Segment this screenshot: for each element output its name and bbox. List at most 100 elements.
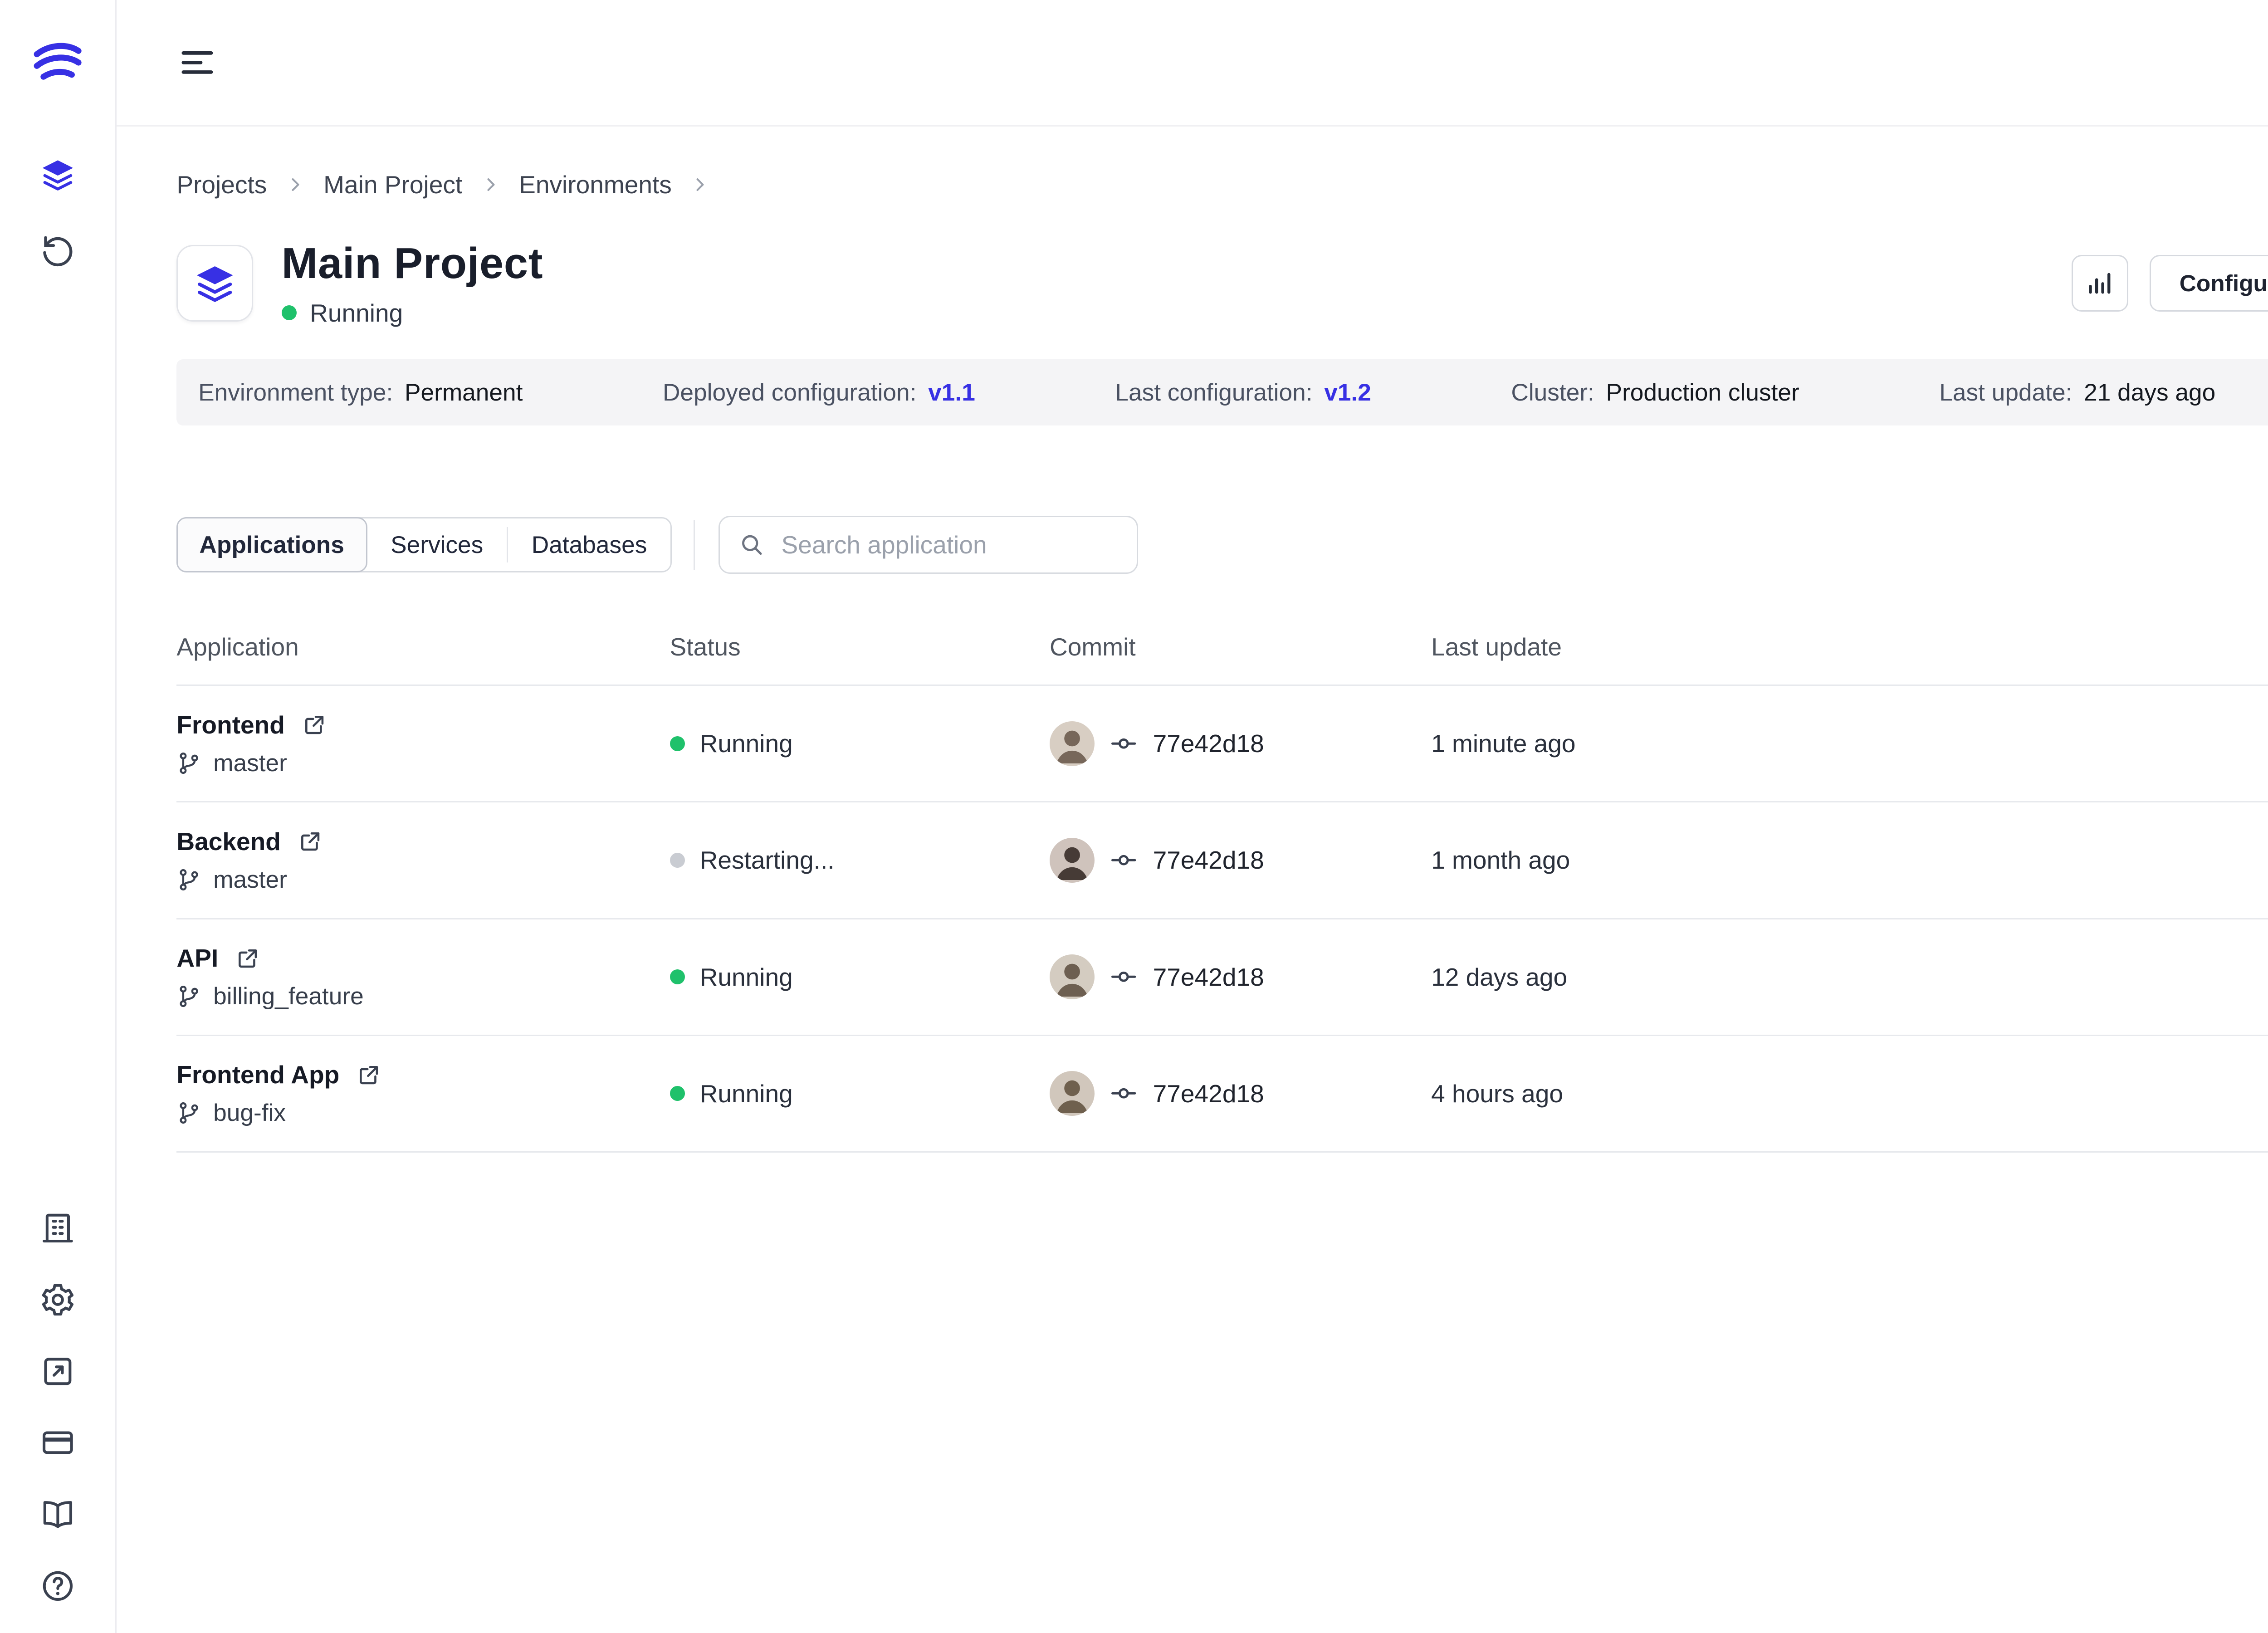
service-type-tabs: Applications Services Databases xyxy=(176,517,671,572)
app-window: Projects Main Project Environments Main … xyxy=(0,0,2268,1633)
status-cell: Restarting... xyxy=(670,846,1050,875)
info-value: Permanent xyxy=(405,379,523,406)
git-commit-icon xyxy=(1110,729,1138,758)
application-name[interactable]: Backend xyxy=(176,827,281,856)
header-actions: Configuration Actions xyxy=(2072,255,2268,312)
table-row[interactable]: Frontend master Running 77e42d18 xyxy=(176,686,2268,802)
info-value: 21 days ago xyxy=(2084,379,2215,406)
documentation-book-icon[interactable] xyxy=(39,1496,76,1533)
info-last-update: Last update: 21 days ago xyxy=(1939,379,2215,406)
status-cell: Running xyxy=(670,1079,1050,1108)
last-update: 1 month ago xyxy=(1431,846,2268,875)
status-text: Running xyxy=(310,298,403,328)
info-label: Environment type: xyxy=(198,379,393,406)
committer-avatar xyxy=(1050,838,1095,883)
git-commit-icon xyxy=(1110,846,1138,874)
metrics-chart-button[interactable] xyxy=(2072,255,2128,312)
search-input[interactable] xyxy=(719,516,1139,574)
info-last-configuration: Last configuration: v1.2 xyxy=(1115,379,1371,406)
configuration-button[interactable]: Configuration xyxy=(2150,255,2268,312)
sidebar xyxy=(0,0,117,1633)
page-title: Main Project xyxy=(282,239,543,288)
info-label: Cluster: xyxy=(1511,379,1594,406)
application-name[interactable]: Frontend App xyxy=(176,1060,339,1089)
breadcrumb: Projects Main Project Environments xyxy=(176,170,2268,199)
brand-logo-icon[interactable] xyxy=(28,32,88,92)
search-icon xyxy=(738,532,765,558)
column-status: Status xyxy=(670,632,1050,661)
commit-cell: 77e42d18 xyxy=(1050,721,1431,766)
table-header: Application Status Commit Last update xyxy=(176,632,2268,686)
info-deployed-configuration: Deployed configuration: v1.1 xyxy=(663,379,975,406)
committer-avatar xyxy=(1050,1071,1095,1116)
info-environment-type: Environment type: Permanent xyxy=(198,379,523,406)
commit-cell: 77e42d18 xyxy=(1050,838,1431,883)
git-branch-icon xyxy=(176,867,201,892)
history-icon[interactable] xyxy=(39,232,76,269)
environments-layers-icon[interactable] xyxy=(39,156,76,193)
breadcrumb-main-project[interactable]: Main Project xyxy=(323,170,462,199)
application-cell: Backend master xyxy=(176,827,670,894)
git-commit-icon xyxy=(1110,963,1138,991)
breadcrumb-projects[interactable]: Projects xyxy=(176,170,267,199)
status-dot xyxy=(282,305,297,320)
table-row[interactable]: Frontend App bug-fix Running 77e42d18 xyxy=(176,1036,2268,1153)
chevron-right-icon xyxy=(690,175,710,195)
search-box xyxy=(719,516,1139,574)
column-commit: Commit xyxy=(1050,632,1431,661)
external-link-icon[interactable] xyxy=(235,946,260,971)
branch-name: master xyxy=(213,866,287,894)
page-header: Main Project Running Configuration Actio… xyxy=(176,239,2268,328)
environment-info-bar: Environment type: Permanent Deployed con… xyxy=(176,359,2268,426)
tab-databases[interactable]: Databases xyxy=(508,518,670,571)
deployed-configuration-link[interactable]: v1.1 xyxy=(928,379,975,406)
committer-avatar xyxy=(1050,721,1095,766)
table-row[interactable]: API billing_feature Running 77e42d18 xyxy=(176,919,2268,1036)
external-link-icon[interactable] xyxy=(302,712,327,737)
column-last-update: Last update xyxy=(1431,632,2268,661)
branch-name: bug-fix xyxy=(213,1099,286,1127)
last-update: 1 minute ago xyxy=(1431,729,2268,758)
settings-gear-icon[interactable] xyxy=(39,1281,76,1318)
last-configuration-link[interactable]: v1.2 xyxy=(1324,379,1371,406)
commit-hash[interactable]: 77e42d18 xyxy=(1153,846,1264,875)
commit-hash[interactable]: 77e42d18 xyxy=(1153,963,1264,992)
application-name[interactable]: Frontend xyxy=(176,710,285,739)
status-cell: Running xyxy=(670,963,1050,992)
external-link-icon[interactable] xyxy=(356,1062,381,1087)
git-branch-icon xyxy=(176,984,201,1009)
info-cluster: Cluster: Production cluster xyxy=(1511,379,1799,406)
last-update: 4 hours ago xyxy=(1431,1079,2268,1108)
column-application: Application xyxy=(176,632,670,661)
project-layers-icon xyxy=(176,245,253,322)
last-update: 12 days ago xyxy=(1431,963,2268,992)
sidebar-nav xyxy=(39,156,76,268)
status-text: Running xyxy=(700,963,793,992)
application-name[interactable]: API xyxy=(176,944,218,973)
info-label: Last configuration: xyxy=(1115,379,1312,406)
committer-avatar xyxy=(1050,954,1095,999)
status-text: Running xyxy=(700,1079,793,1108)
application-cell: Frontend master xyxy=(176,710,670,777)
branch-name: billing_feature xyxy=(213,983,364,1010)
info-label: Last update: xyxy=(1939,379,2072,406)
billing-credit-card-icon[interactable] xyxy=(39,1424,76,1461)
hamburger-menu-icon[interactable] xyxy=(176,42,218,83)
vertical-divider xyxy=(694,520,695,570)
help-icon[interactable] xyxy=(39,1568,76,1604)
commit-hash[interactable]: 77e42d18 xyxy=(1153,729,1264,758)
external-link-icon[interactable] xyxy=(298,829,323,854)
info-label: Deployed configuration: xyxy=(663,379,917,406)
table-row[interactable]: Backend master Restarting... 77e42d18 xyxy=(176,802,2268,919)
tab-applications[interactable]: Applications xyxy=(176,517,367,573)
chevron-right-icon xyxy=(481,175,501,195)
commit-hash[interactable]: 77e42d18 xyxy=(1153,1079,1264,1108)
application-cell: API billing_feature xyxy=(176,944,670,1010)
chevron-right-icon xyxy=(285,175,305,195)
share-feedback-icon[interactable] xyxy=(39,1353,76,1390)
topbar xyxy=(117,0,2268,127)
breadcrumb-environments[interactable]: Environments xyxy=(519,170,672,199)
tab-services[interactable]: Services xyxy=(367,518,507,571)
organization-building-icon[interactable] xyxy=(39,1210,76,1247)
application-cell: Frontend App bug-fix xyxy=(176,1060,670,1127)
